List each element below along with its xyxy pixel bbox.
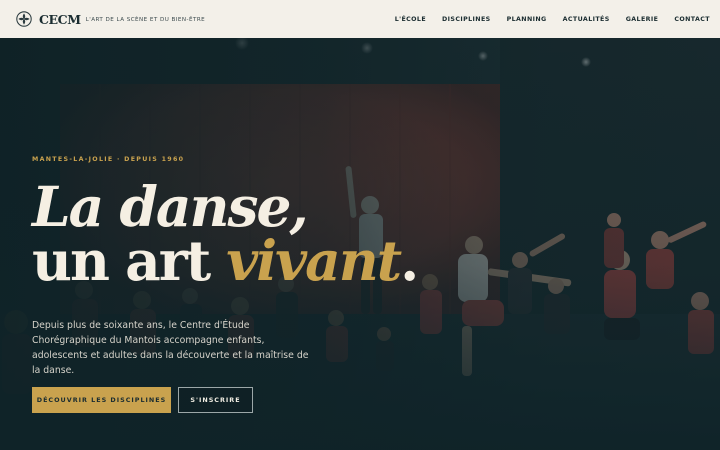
brand-name: CECM	[39, 11, 81, 27]
nav-link-planning[interactable]: PLANNING	[507, 16, 547, 23]
hero-title-line2: un art vivant.	[32, 233, 419, 288]
hero-eyebrow: MANTES-LA-JOLIE · DEPUIS 1960	[32, 156, 185, 163]
nav-link-actualites[interactable]: ACTUALITÉS	[563, 16, 610, 23]
discover-disciplines-button[interactable]: DÉCOUVRIR LES DISCIPLINES	[32, 387, 171, 413]
brand-tagline: L'ART DE LA SCÈNE ET DU BIEN-ÊTRE	[85, 16, 206, 23]
fleur-emblem-icon	[16, 11, 32, 27]
register-button[interactable]: S'INSCRIRE	[178, 387, 253, 413]
nav-link-disciplines[interactable]: DISCIPLINES	[442, 16, 491, 23]
nav-link-ecole[interactable]: L'ÉCOLE	[395, 16, 426, 23]
nav-link-galerie[interactable]: GALERIE	[626, 16, 659, 23]
hero-title-line2-prefix: un art	[32, 228, 227, 293]
hero-title-accent: vivant	[226, 228, 402, 293]
hero-title-suffix: .	[400, 228, 419, 293]
site-header: CECM L'ART DE LA SCÈNE ET DU BIEN-ÊTRE L…	[0, 0, 720, 38]
hero-title-line1: La danse,	[32, 174, 309, 239]
brand[interactable]: CECM L'ART DE LA SCÈNE ET DU BIEN-ÊTRE	[16, 0, 205, 38]
hero-description: Depuis plus de soixante ans, le Centre d…	[32, 320, 309, 376]
main-nav: L'ÉCOLE DISCIPLINES PLANNING ACTUALITÉS …	[379, 16, 710, 23]
hero-title: La danse, un art vivant.	[32, 174, 419, 288]
nav-link-contact[interactable]: CONTACT	[674, 16, 710, 23]
